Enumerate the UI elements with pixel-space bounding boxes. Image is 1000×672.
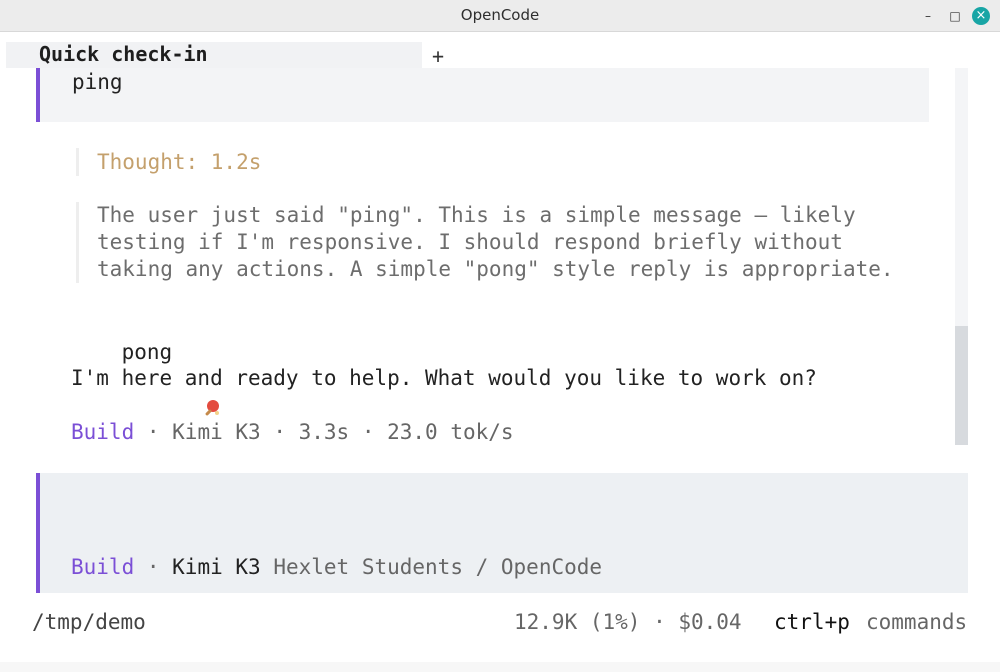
tab-bar: Quick check-in + xyxy=(0,32,1000,68)
input-context: Hexlet Students / OpenCode xyxy=(260,555,603,579)
input-separator: · xyxy=(134,555,173,579)
meta-model: Kimi K3 xyxy=(172,420,261,444)
prompt-input-box[interactable]: Build · Kimi K3 Hexlet Students / OpenCo… xyxy=(36,473,968,593)
assistant-reply-text: pong xyxy=(121,340,173,364)
meta-separator: · xyxy=(260,420,299,444)
meta-duration: 3.3s xyxy=(298,420,350,444)
user-message: ping xyxy=(36,68,929,122)
window-bottom-edge xyxy=(0,662,1000,672)
window-titlebar: OpenCode – □ × xyxy=(0,0,1000,32)
thought-line-1: The user just said "ping". This is a sim… xyxy=(97,203,856,227)
commands-shortcut: ctrl+p xyxy=(774,610,850,634)
meta-speed: 23.0 tok/s xyxy=(387,420,514,444)
window-title: OpenCode xyxy=(460,6,540,24)
status-bar: /tmp/demo 12.9K (1%) · $0.04 ctrl+p comm… xyxy=(0,604,1000,640)
input-meta: Build · Kimi K3 Hexlet Students / OpenCo… xyxy=(71,553,602,581)
input-agent[interactable]: Build xyxy=(71,555,134,579)
minimize-icon[interactable]: – xyxy=(919,7,937,25)
meta-agent: Build xyxy=(71,420,135,444)
thought-body: The user just said "ping". This is a sim… xyxy=(76,202,936,283)
thought-label: Thought: 1.2s xyxy=(97,150,262,174)
usage-summary: 12.9K (1%) · $0.04 xyxy=(514,610,742,634)
response-meta: Build · Kimi K3 · 3.3s · 23.0 tok/s xyxy=(71,418,514,446)
commands-label: commands xyxy=(866,610,968,634)
close-icon[interactable]: × xyxy=(972,7,990,25)
message-panel: ping Thought: 1.2s The user just said "p… xyxy=(0,68,1000,473)
add-tab-button[interactable]: + xyxy=(432,44,444,68)
tab-label[interactable]: Quick check-in xyxy=(39,42,208,66)
user-message-text: ping xyxy=(72,70,123,94)
scrollbar-thumb[interactable] xyxy=(955,326,968,445)
meta-separator: · xyxy=(134,420,173,444)
thought-line-3: taking any actions. A simple "pong" styl… xyxy=(97,257,894,281)
meta-separator: · xyxy=(349,420,388,444)
thought-header: Thought: 1.2s xyxy=(76,148,936,176)
prompt-input[interactable] xyxy=(64,483,948,547)
maximize-icon[interactable]: □ xyxy=(946,7,964,25)
working-directory: /tmp/demo xyxy=(32,610,146,634)
thought-line-2: testing if I'm responsive. I should resp… xyxy=(97,230,843,254)
assistant-reply-help: I'm here and ready to help. What would y… xyxy=(71,366,817,390)
input-model[interactable]: Kimi K3 xyxy=(172,555,261,579)
